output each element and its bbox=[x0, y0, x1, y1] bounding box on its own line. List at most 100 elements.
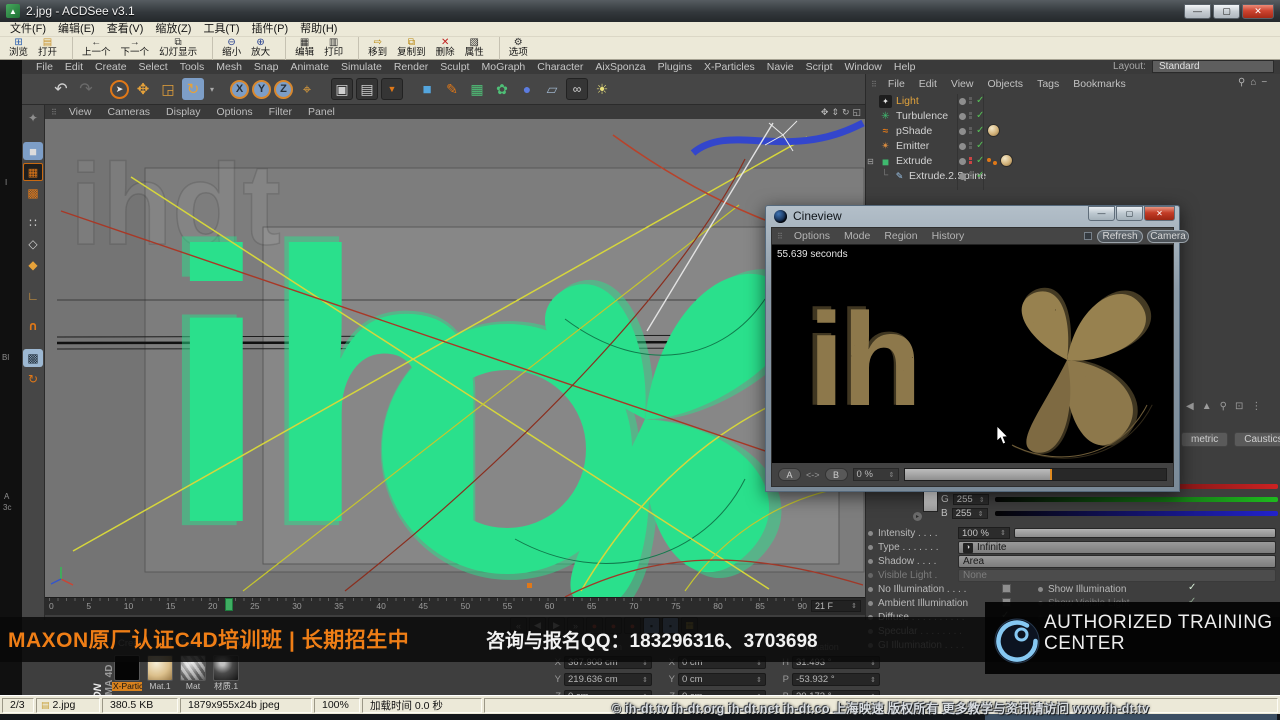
cineview-menu-item[interactable]: Mode bbox=[837, 230, 877, 242]
c4d-tool-icon[interactable]: ✿ bbox=[491, 78, 513, 100]
attribute-nav-icon[interactable]: ▲ bbox=[1202, 401, 1212, 412]
viewport-nav-icon[interactable]: ✥ bbox=[821, 107, 829, 118]
viewport-nav-icon[interactable]: ⇕ bbox=[831, 107, 839, 118]
c4d-tool-icon[interactable]: ∞ bbox=[566, 78, 588, 100]
grip-icon[interactable]: ⠿ bbox=[871, 80, 877, 89]
c4d-tool-icon[interactable]: ➤ bbox=[110, 80, 129, 99]
acdsee-toolbar-button[interactable]: ⊞ 浏览 bbox=[4, 37, 33, 60]
c4d-tool-icon[interactable]: ◲ bbox=[157, 78, 179, 100]
object-name[interactable]: Emitter bbox=[896, 140, 929, 152]
viewport-menu-item[interactable]: Display bbox=[158, 106, 208, 118]
object-manager-menu-item[interactable]: Bookmarks bbox=[1066, 78, 1133, 90]
blue-channel-bar[interactable] bbox=[995, 511, 1278, 516]
cineview-menu-item[interactable]: History bbox=[925, 230, 972, 242]
acdsee-toolbar-button[interactable]: ▤ 打开 bbox=[33, 37, 62, 60]
object-name[interactable]: pShade bbox=[896, 125, 932, 137]
c4d-menu-item[interactable]: Snap bbox=[248, 61, 285, 73]
object-row-emitter[interactable]: ✴ Emitter ✓ bbox=[865, 139, 1280, 154]
c4d-menu-item[interactable]: Sculpt bbox=[434, 61, 475, 73]
render-dots[interactable] bbox=[969, 112, 972, 119]
c4d-menu-item[interactable]: Navie bbox=[761, 61, 800, 73]
coordinate-field[interactable]: -53.932 °⇕ bbox=[792, 673, 880, 686]
object-name[interactable]: Extrude.2.Spline bbox=[909, 170, 986, 182]
layout-dropdown[interactable]: Standard bbox=[1152, 60, 1274, 73]
c4d-menu-item[interactable]: AixSponza bbox=[589, 61, 651, 73]
render-dots[interactable] bbox=[969, 172, 972, 179]
visible-light-dropdown[interactable]: None bbox=[958, 569, 1276, 582]
object-row-extrude[interactable]: ⊟ ■ Extrude ✓ bbox=[865, 154, 1280, 169]
xp-tag-dot[interactable] bbox=[987, 158, 991, 162]
visibility-dot[interactable] bbox=[959, 128, 966, 135]
material-tag[interactable] bbox=[1000, 154, 1013, 167]
object-manager-menu-item[interactable]: Tags bbox=[1030, 78, 1066, 90]
frame-counter-field[interactable]: 21 F⇕ bbox=[811, 600, 861, 612]
grip-icon[interactable]: ⠿ bbox=[777, 232, 783, 241]
intensity-slider[interactable] bbox=[1014, 528, 1276, 538]
acdsee-menu-item[interactable]: 插件(P) bbox=[245, 22, 294, 37]
acdsee-toolbar-button[interactable]: ✕ 删除 bbox=[431, 37, 460, 60]
grip-icon[interactable]: ⠿ bbox=[51, 108, 57, 117]
timeline-playhead[interactable] bbox=[225, 598, 233, 611]
attribute-nav-icon[interactable]: ◀ bbox=[1186, 401, 1194, 412]
c4d-tool-icon[interactable]: ↶ bbox=[50, 78, 72, 100]
c4d-menu-item[interactable]: Create bbox=[89, 61, 133, 73]
object-manager-menu-item[interactable]: Objects bbox=[980, 78, 1030, 90]
c4d-tool-icon[interactable]: ✥ bbox=[132, 78, 154, 100]
type-dropdown[interactable]: ◑Infinite bbox=[958, 541, 1276, 554]
acdsee-menu-item[interactable]: 查看(V) bbox=[101, 22, 150, 37]
attribute-nav-icon[interactable]: ⊡ bbox=[1235, 401, 1243, 412]
object-manager-icon[interactable]: ⚲ bbox=[1238, 77, 1245, 88]
coordinate-field[interactable]: 0 cm⇕ bbox=[678, 673, 766, 686]
object-row-turbulence[interactable]: ✳ Turbulence ✓ bbox=[865, 109, 1280, 124]
timeline-ruler[interactable]: 051015202530354045505560657075808590 21 … bbox=[45, 597, 865, 614]
acdsee-menu-item[interactable]: 工具(T) bbox=[197, 22, 245, 37]
visibility-dot[interactable] bbox=[959, 158, 966, 165]
c4d-tool-icon[interactable]: ▼ bbox=[381, 78, 403, 100]
c4d-tool-icon[interactable]: ↷ bbox=[75, 78, 97, 100]
close-button[interactable]: ✕ bbox=[1144, 206, 1175, 221]
object-name[interactable]: Extrude bbox=[896, 155, 932, 167]
c4d-mode-icon[interactable]: ◆ bbox=[23, 256, 43, 274]
camera-button[interactable]: Camera bbox=[1147, 230, 1189, 243]
visibility-dot[interactable] bbox=[959, 173, 966, 180]
c4d-menu-item[interactable]: Plugins bbox=[652, 61, 698, 73]
compare-b-button[interactable]: B bbox=[825, 468, 848, 481]
c4d-menu-item[interactable]: Animate bbox=[284, 61, 335, 73]
c4d-tool-icon[interactable]: ▤ bbox=[356, 78, 378, 100]
blend-percent-field[interactable]: 0 %⇕ bbox=[853, 468, 899, 481]
attribute-tab[interactable]: metric bbox=[1181, 432, 1228, 447]
maximize-button[interactable]: ▢ bbox=[1213, 4, 1240, 19]
c4d-tool-icon[interactable]: ↻ bbox=[182, 78, 204, 100]
cineview-menu-item[interactable]: Options bbox=[787, 230, 837, 242]
object-manager-icon[interactable]: ⌂ bbox=[1250, 77, 1256, 88]
acdsee-toolbar-button[interactable]: ⊕ 放大 bbox=[246, 37, 275, 60]
expand-color-button[interactable]: ▸ bbox=[913, 512, 922, 521]
c4d-mode-icon[interactable]: ✦ bbox=[23, 109, 43, 127]
object-manager-icon[interactable]: − bbox=[1261, 77, 1267, 88]
viewport-menu-item[interactable]: Options bbox=[208, 106, 260, 118]
object-manager-menu-item[interactable]: File bbox=[881, 78, 912, 90]
no-illumination-checkbox[interactable] bbox=[1002, 584, 1011, 593]
c4d-tool-icon[interactable]: ■ bbox=[416, 78, 438, 100]
show-illumination-check[interactable]: ✓ bbox=[1188, 582, 1196, 593]
acdsee-menu-item[interactable]: 编辑(E) bbox=[52, 22, 101, 37]
c4d-menu-item[interactable]: Simulate bbox=[335, 61, 388, 73]
acdsee-toolbar-button[interactable]: ▧ 属性 bbox=[460, 37, 489, 60]
c4d-mode-icon[interactable]: ∟ bbox=[23, 287, 43, 305]
c4d-mode-icon[interactable]: ◇ bbox=[23, 235, 43, 253]
expander-icon[interactable]: ⊟ bbox=[867, 157, 874, 166]
c4d-mode-icon[interactable]: ∷ bbox=[23, 214, 43, 232]
attribute-tab[interactable]: Caustics bbox=[1234, 432, 1280, 447]
c4d-tool-icon[interactable]: ▣ bbox=[331, 78, 353, 100]
render-view[interactable]: ih 55.639 seconds bbox=[772, 244, 1173, 463]
viewport-menu-item[interactable]: Panel bbox=[300, 106, 343, 118]
cineview-checkbox[interactable] bbox=[1084, 232, 1092, 240]
render-dots[interactable] bbox=[969, 97, 972, 104]
object-manager-menu-item[interactable]: Edit bbox=[912, 78, 944, 90]
c4d-mode-icon[interactable]: ▩ bbox=[23, 349, 43, 367]
acdsee-toolbar-button[interactable]: ⧉ 幻灯显示 bbox=[154, 37, 202, 60]
object-row-light[interactable]: ✦ Light ✓ bbox=[865, 94, 1280, 109]
c4d-menu-item[interactable]: Script bbox=[800, 61, 839, 73]
material-tag[interactable] bbox=[987, 124, 1000, 137]
render-dots[interactable] bbox=[969, 157, 972, 164]
